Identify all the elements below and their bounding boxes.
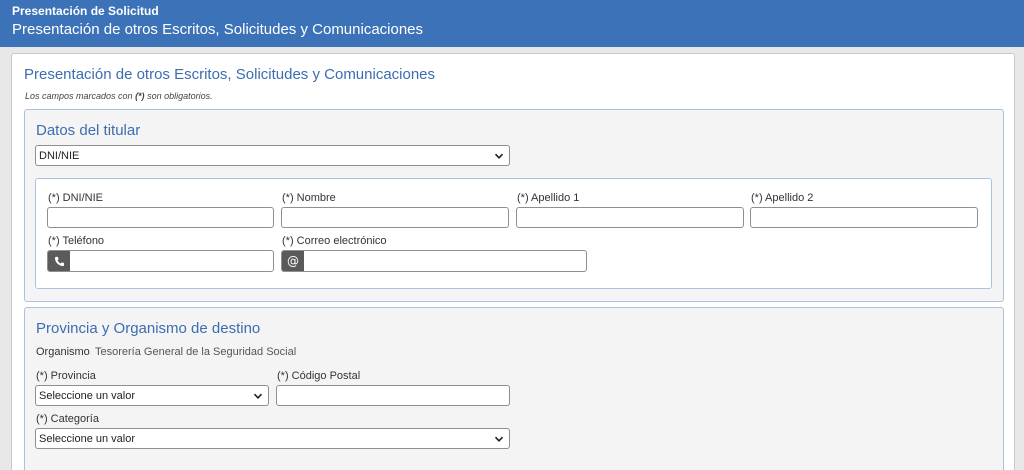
organismo-label: Organismo	[36, 346, 90, 358]
telefono-label: (*) Teléfono	[48, 235, 105, 247]
header-title: Presentación de Solicitud	[12, 4, 159, 18]
required-fields-note: Los campos marcados con (*) son obligato…	[25, 91, 213, 101]
destino-section-title: Provincia y Organismo de destino	[36, 320, 261, 337]
dni-input[interactable]	[47, 207, 274, 228]
required-note-prefix: Los campos marcados con	[25, 91, 136, 101]
provincia-label: (*) Provincia	[36, 370, 96, 382]
destino-section: Provincia y Organismo de destino Organis…	[24, 307, 1004, 470]
apellido2-label: (*) Apellido 2	[751, 192, 814, 204]
form-title: Presentación de otros Escritos, Solicitu…	[24, 66, 436, 83]
correo-label: (*) Correo electrónico	[282, 235, 387, 247]
nombre-input[interactable]	[281, 207, 509, 228]
cp-input[interactable]	[276, 385, 510, 406]
organismo-value: Tesorería General de la Seguridad Social	[95, 346, 297, 358]
telefono-input[interactable]	[47, 250, 274, 272]
provincia-select[interactable]: Seleccione un valor	[35, 385, 269, 406]
app-header: Presentación de Solicitud Presentación d…	[0, 0, 1024, 47]
apellido1-input[interactable]	[516, 207, 744, 228]
titular-section: Datos del titular DNI/NIE (*) DNI/NIE (*…	[24, 109, 1004, 302]
nombre-label: (*) Nombre	[282, 192, 336, 204]
chevron-down-icon	[494, 436, 504, 442]
categoria-label: (*) Categoría	[36, 413, 99, 425]
header-subtitle: Presentación de otros Escritos, Solicitu…	[12, 21, 424, 38]
categoria-selected-value: Seleccione un valor	[39, 433, 136, 445]
titular-section-title: Datos del titular	[36, 122, 141, 139]
titular-fields-box: (*) DNI/NIE (*) Nombre (*) Apellido 1 (*…	[35, 178, 992, 289]
at-icon: @	[282, 251, 304, 271]
phone-glyph	[54, 256, 64, 266]
cp-label: (*) Código Postal	[277, 370, 361, 382]
chevron-down-icon	[253, 393, 263, 399]
apellido1-label: (*) Apellido 1	[517, 192, 580, 204]
chevron-down-icon	[494, 153, 504, 159]
correo-input[interactable]: @	[281, 250, 587, 272]
required-note-suffix: son obligatorios.	[144, 91, 213, 101]
form-card: Presentación de otros Escritos, Solicitu…	[11, 53, 1015, 470]
apellido2-input[interactable]	[750, 207, 978, 228]
provincia-selected-value: Seleccione un valor	[39, 390, 136, 402]
required-note-marker: (*)	[135, 91, 145, 101]
categoria-select[interactable]: Seleccione un valor	[35, 428, 510, 449]
doc-type-selected-value: DNI/NIE	[39, 150, 80, 162]
dni-label: (*) DNI/NIE	[48, 192, 103, 204]
phone-icon	[48, 251, 70, 271]
doc-type-select[interactable]: DNI/NIE	[35, 145, 510, 166]
